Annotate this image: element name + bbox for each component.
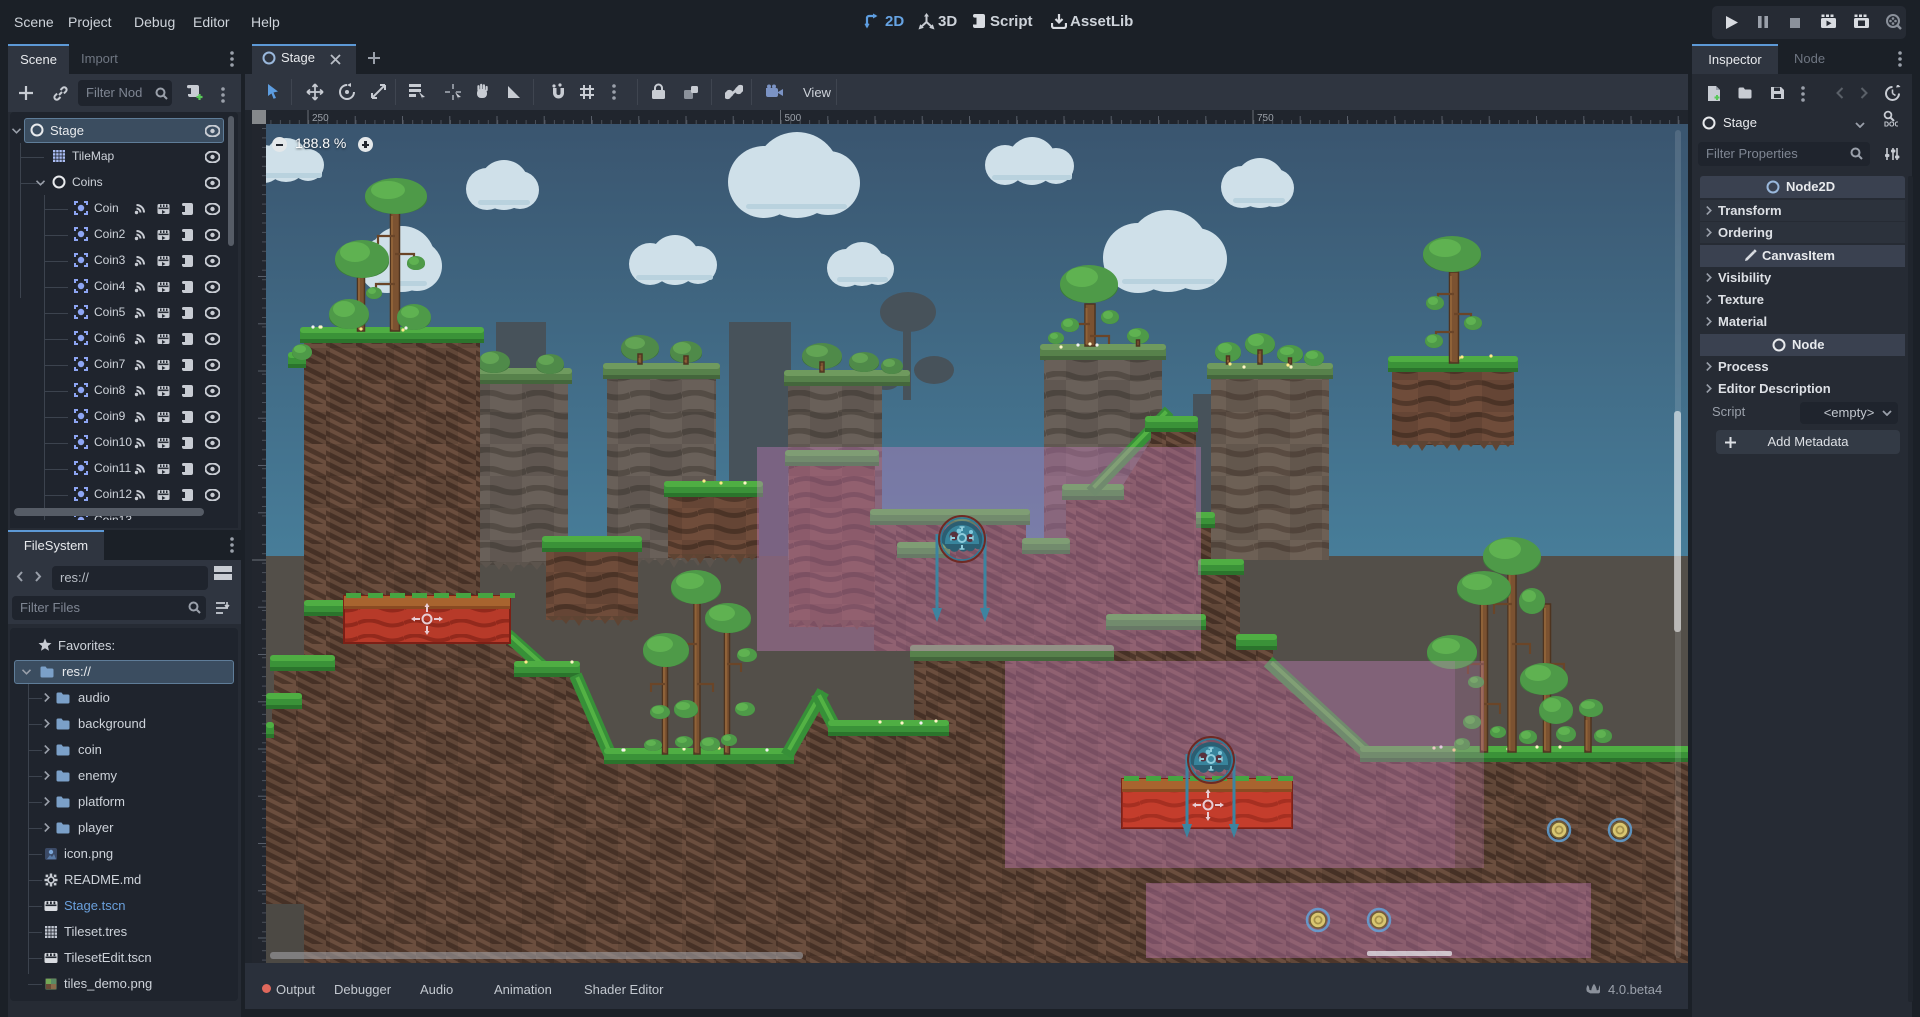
- svg-text:DOC: DOC: [1884, 122, 1898, 129]
- svg-text:750: 750: [1257, 113, 1274, 124]
- svg-text:250: 250: [312, 113, 329, 124]
- svg-text:250: 250: [252, 559, 255, 576]
- svg-text:500: 500: [785, 113, 802, 124]
